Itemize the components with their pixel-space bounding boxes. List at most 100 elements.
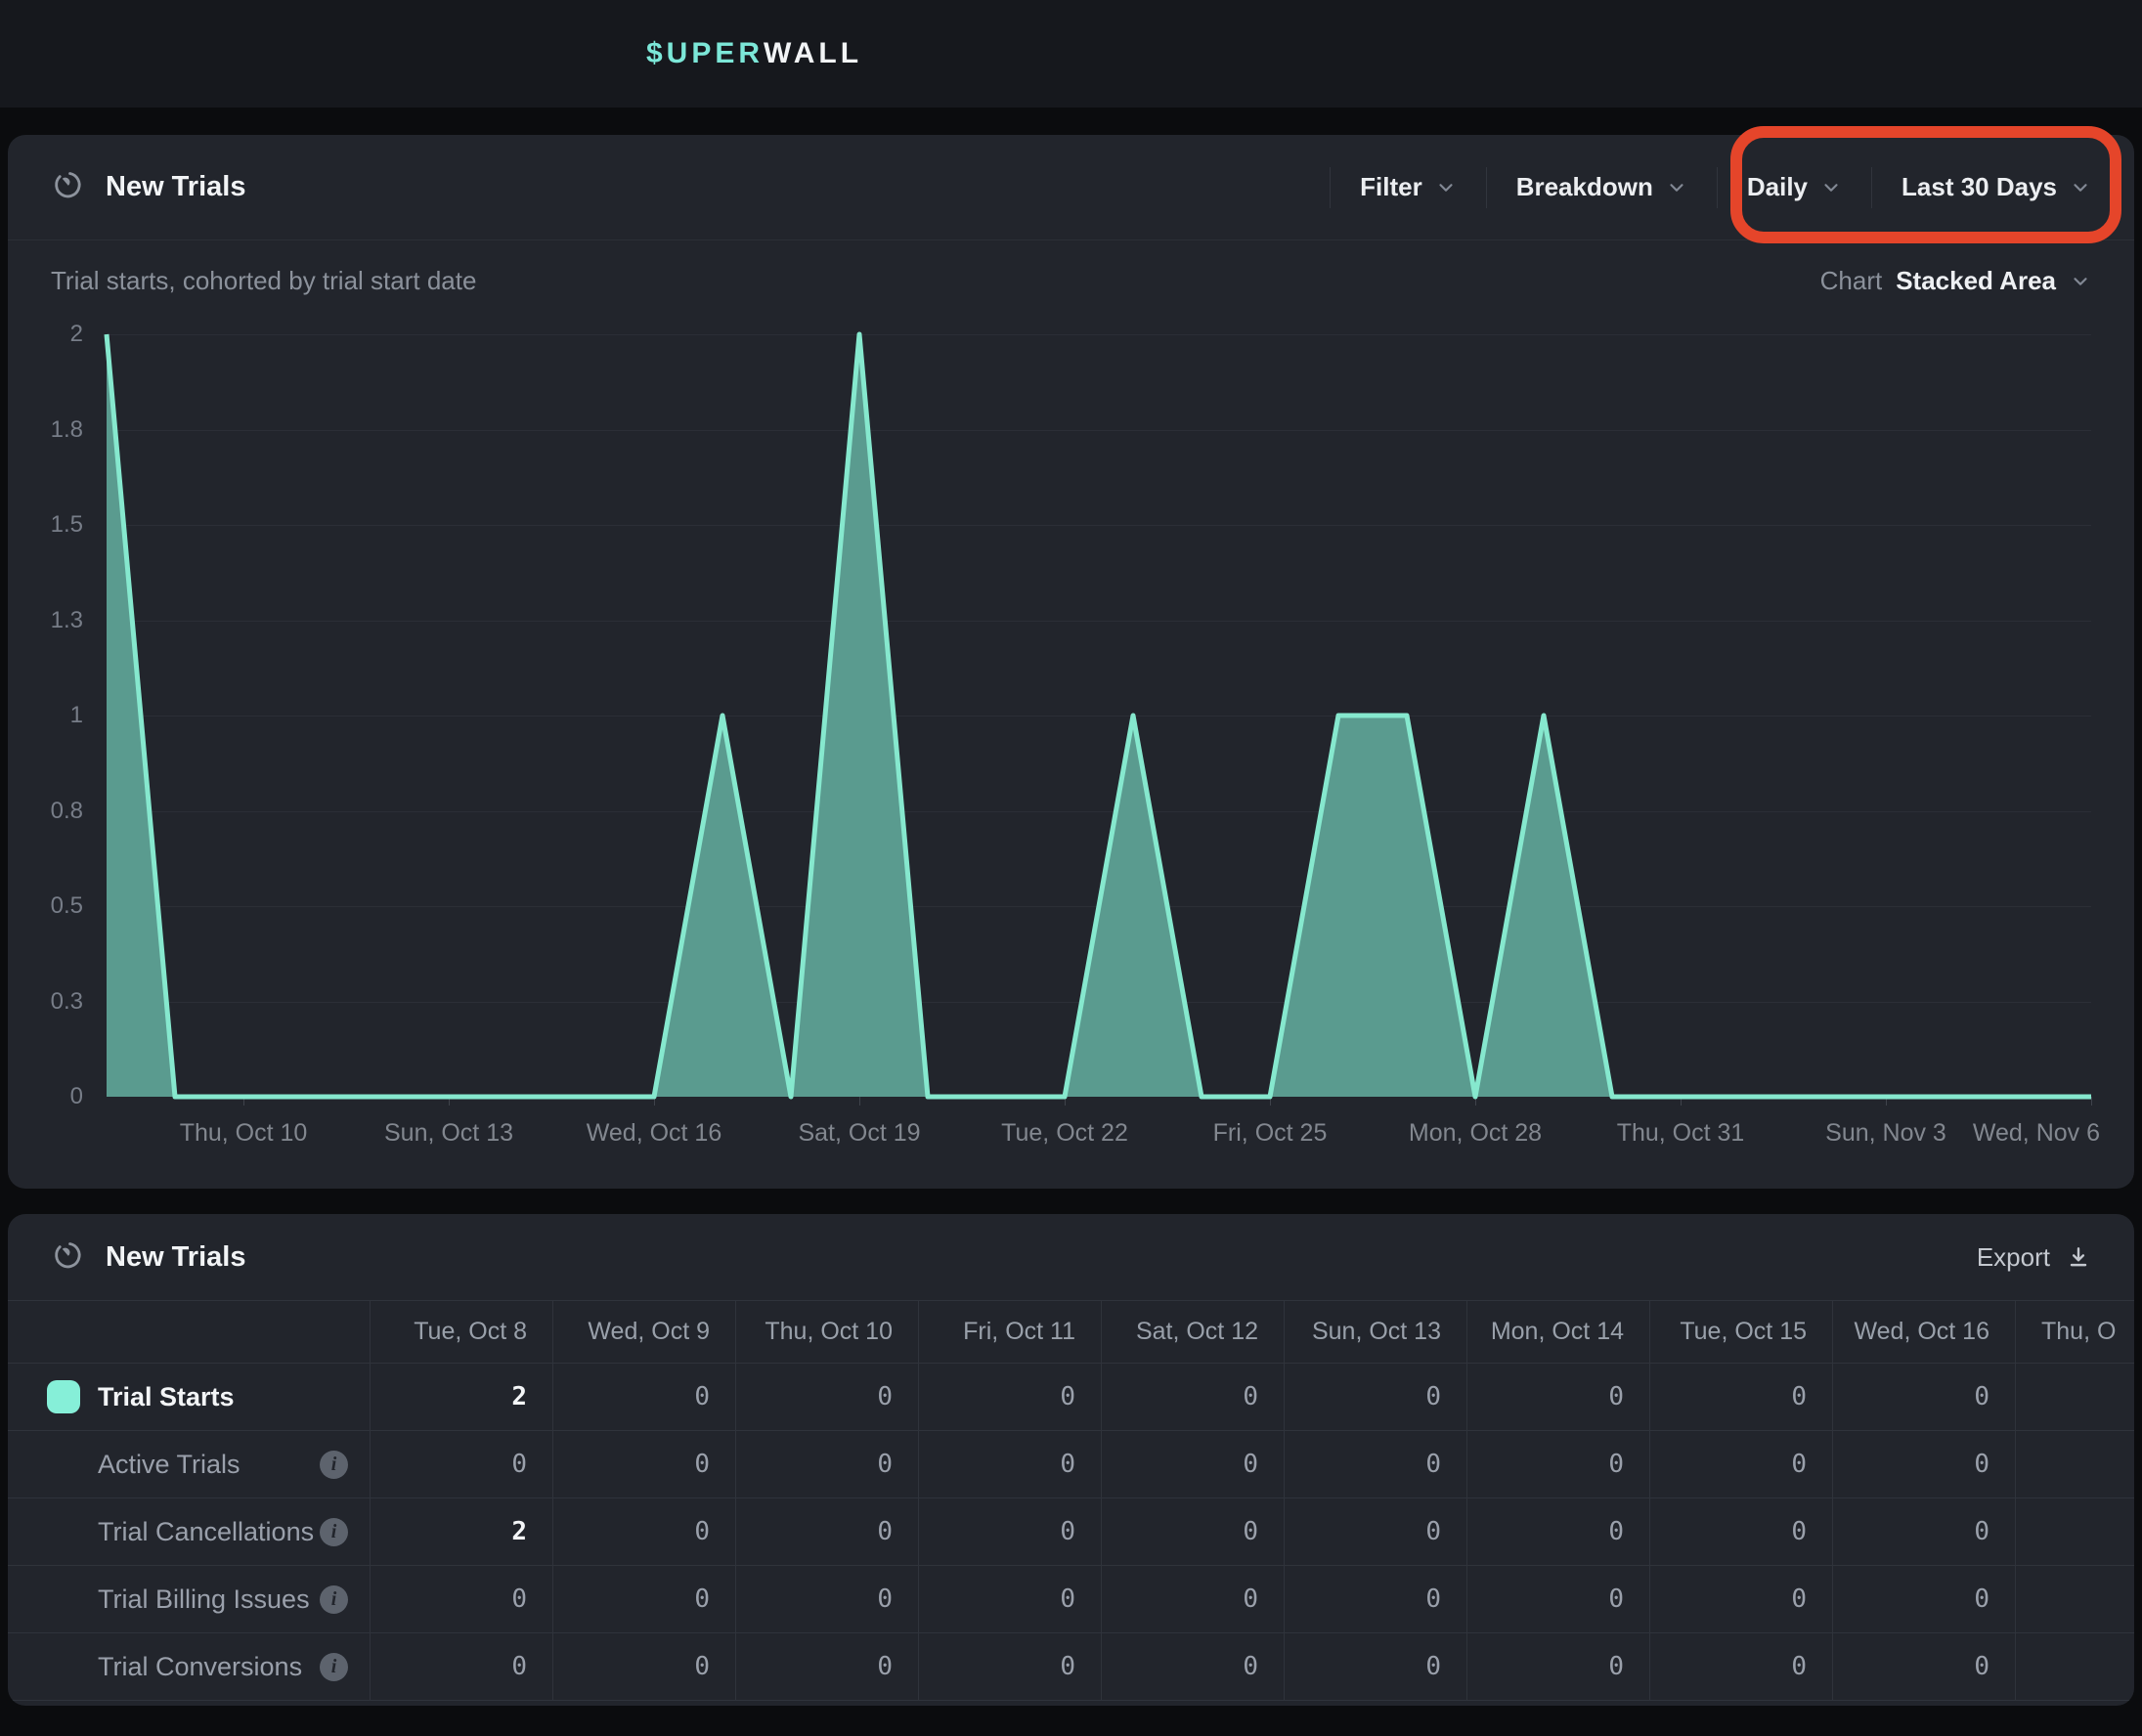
table-cell <box>2015 1364 2134 1430</box>
chevron-down-icon <box>1820 177 1842 198</box>
cell-value: 0 <box>1425 1450 1441 1479</box>
table-cell: 2 <box>370 1364 552 1430</box>
export-button[interactable]: Export <box>1977 1242 2091 1273</box>
export-label: Export <box>1977 1242 2050 1273</box>
table-cell: 0 <box>1466 1431 1649 1497</box>
series-color-swatch <box>47 1380 80 1413</box>
table-cell: 0 <box>1466 1498 1649 1565</box>
info-icon[interactable]: i <box>320 1518 348 1546</box>
x-axis-label: Sun, Nov 3 <box>1825 1119 1946 1148</box>
row-label: Trial Conversions <box>98 1652 302 1682</box>
table-row: Trial Billing Issuesi000000000 <box>8 1565 2134 1632</box>
cell-value: 0 <box>1060 1450 1075 1479</box>
table-cell: 0 <box>370 1566 552 1632</box>
column-header-label: Thu, Oct 10 <box>765 1318 893 1346</box>
column-header: Wed, Oct 9 <box>552 1301 735 1363</box>
table-cell: 0 <box>1832 1498 2015 1565</box>
column-header-label: Sat, Oct 12 <box>1136 1318 1258 1346</box>
table-cell: 0 <box>1466 1566 1649 1632</box>
superwall-logo[interactable]: $UPERWALL <box>646 0 862 108</box>
table-cell: 0 <box>1284 1633 1466 1700</box>
table-title: New Trials <box>106 1241 245 1274</box>
y-axis-label: 0.3 <box>51 988 83 1016</box>
cell-value: 0 <box>1608 1450 1624 1479</box>
table-cell: 0 <box>918 1566 1101 1632</box>
y-axis-label: 0.8 <box>51 798 83 825</box>
y-axis-label: 1.5 <box>51 511 83 539</box>
table-row: Trial Conversionsi000000000 <box>8 1632 2134 1701</box>
cell-value: 0 <box>694 1517 710 1546</box>
column-header: Tue, Oct 15 <box>1649 1301 1832 1363</box>
chevron-down-icon <box>1435 177 1457 198</box>
table-cell: 0 <box>370 1431 552 1497</box>
table-header-row: Tue, Oct 8Wed, Oct 9Thu, Oct 10Fri, Oct … <box>8 1300 2134 1363</box>
table-cell: 0 <box>735 1633 918 1700</box>
column-header: Tue, Oct 8 <box>370 1301 552 1363</box>
trials-table: Tue, Oct 8Wed, Oct 9Thu, Oct 10Fri, Oct … <box>8 1300 2134 1701</box>
info-icon[interactable]: i <box>320 1451 348 1479</box>
chevron-down-icon <box>2070 177 2091 198</box>
date-range-label: Last 30 Days <box>1902 172 2057 202</box>
y-axis-label: 1 <box>70 702 83 729</box>
cell-value: 0 <box>1974 1584 1989 1614</box>
table-cell: 0 <box>1649 1431 1832 1497</box>
cell-value: 2 <box>511 1517 527 1546</box>
filter-dropdown[interactable]: Filter <box>1360 172 1457 202</box>
info-icon[interactable]: i <box>320 1653 348 1681</box>
page-title: New Trials <box>106 171 245 203</box>
cell-value: 0 <box>694 1450 710 1479</box>
cell-value: 0 <box>1791 1584 1807 1614</box>
table-cell: 0 <box>552 1633 735 1700</box>
granularity-dropdown[interactable]: Daily <box>1747 172 1842 202</box>
x-axis-label: Wed, Oct 16 <box>587 1119 722 1148</box>
info-icon[interactable]: i <box>320 1585 348 1614</box>
table-cell: 0 <box>552 1566 735 1632</box>
table-panel: New Trials Export Tue, Oct 8 Wed, Oct 9 Th… <box>8 1214 2134 1706</box>
table-cell <box>2015 1431 2134 1497</box>
cell-value: 0 <box>1974 1517 1989 1546</box>
table-cell: 0 <box>1101 1364 1284 1430</box>
y-axis-label: 1.3 <box>51 607 83 634</box>
cell-value: 0 <box>1060 1517 1075 1546</box>
column-header: Wed, Oct 16 <box>1832 1301 2015 1363</box>
breakdown-dropdown[interactable]: Breakdown <box>1516 172 1687 202</box>
row-label-cell: Trial Conversions i <box>8 1633 370 1700</box>
table-cell: 0 <box>1832 1364 2015 1430</box>
area-fill-trial-starts <box>107 334 2091 1097</box>
column-header: Sat, Oct 12 <box>1101 1301 1284 1363</box>
x-axis-label: Fri, Oct 25 <box>1213 1119 1328 1148</box>
table-panel-header: New Trials Export <box>8 1214 2134 1300</box>
column-header-label: Wed, Oct 9 <box>588 1318 710 1346</box>
x-axis-label: Tue, Oct 22 <box>1001 1119 1128 1148</box>
cell-value: 0 <box>877 1517 893 1546</box>
chart-type-dropdown[interactable]: Chart Stacked Area <box>1820 266 2091 296</box>
chevron-down-icon <box>1666 177 1687 198</box>
cell-value: 0 <box>1243 1517 1258 1546</box>
divider <box>1330 167 1331 208</box>
table-row: Active Trialsi000000000 <box>8 1430 2134 1497</box>
table-cell: 0 <box>735 1566 918 1632</box>
date-range-dropdown[interactable]: Last 30 Days <box>1902 172 2091 202</box>
table-cell: 0 <box>1101 1431 1284 1497</box>
cell-value: 0 <box>511 1652 527 1681</box>
chevron-down-icon <box>2070 271 2091 292</box>
cell-value: 0 <box>1425 1584 1441 1614</box>
column-header-label: Mon, Oct 14 <box>1491 1318 1624 1346</box>
granularity-label: Daily <box>1747 172 1808 202</box>
x-axis-label: Sun, Oct 13 <box>384 1119 513 1148</box>
row-label: Trial Starts <box>98 1382 235 1412</box>
cell-value: 0 <box>1791 1382 1807 1411</box>
y-axis-label: 0 <box>70 1083 83 1110</box>
cell-value: 0 <box>1060 1584 1075 1614</box>
logo-text-secondary: WALL <box>764 37 862 70</box>
cell-value: 0 <box>1243 1450 1258 1479</box>
table-cell: 0 <box>1101 1566 1284 1632</box>
table-cell: 0 <box>1284 1498 1466 1565</box>
row-label: Trial Billing Issues <box>98 1584 310 1615</box>
cell-value: 0 <box>1608 1382 1624 1411</box>
table-cell: 0 <box>552 1431 735 1497</box>
cell-value: 0 <box>1791 1652 1807 1681</box>
cell-value: 0 <box>1791 1517 1807 1546</box>
table-cell <box>2015 1566 2134 1632</box>
row-label-cell: Trial Billing Issues i <box>8 1566 370 1632</box>
